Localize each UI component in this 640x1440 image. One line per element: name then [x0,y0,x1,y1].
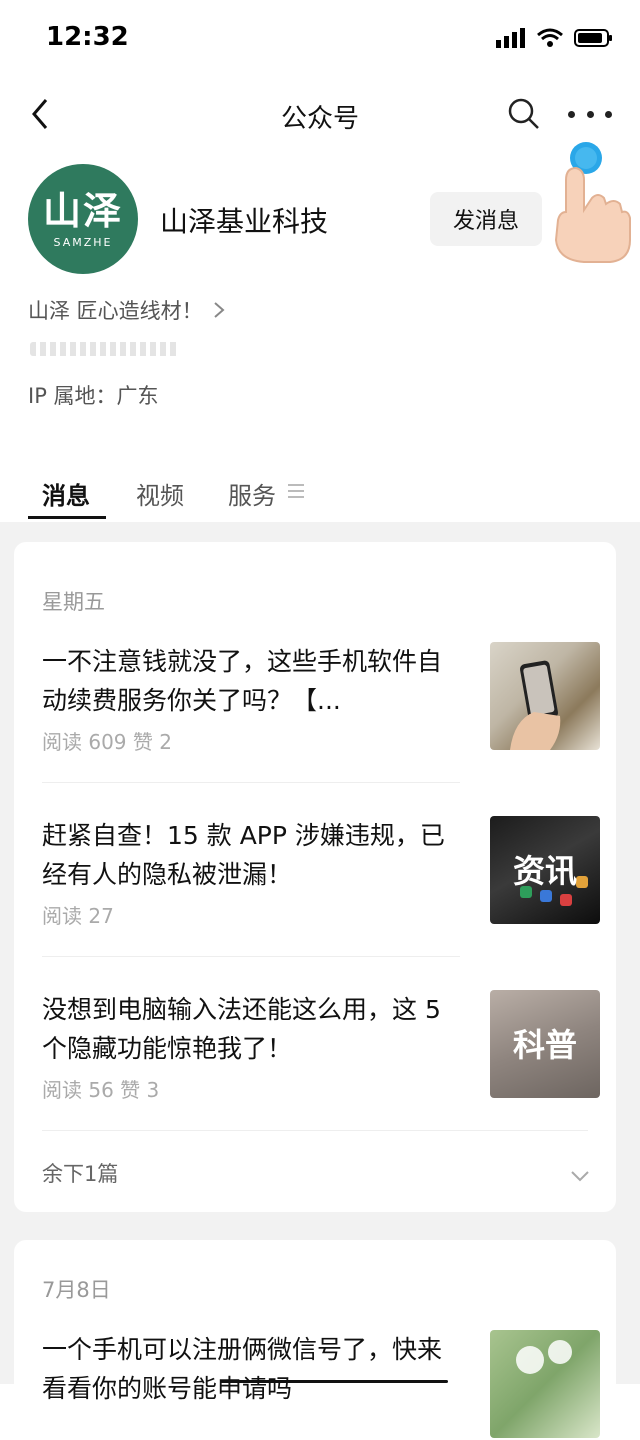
chat-bubbles-icon [516,1340,572,1374]
more-dot [586,110,594,118]
avatar-logo-subtext: SAMZHE [53,235,113,249]
message-feed: 星期五 一不注意钱就没了，这些手机软件自动续费服务你关了吗？【... 阅读 60… [0,522,640,1438]
avatar[interactable]: 山泽 SAMZHE [28,164,138,274]
article-stats: 阅读 56 赞 3 [42,1078,160,1102]
article-item[interactable]: 一不注意钱就没了，这些手机软件自动续费服务你关了吗？【... 阅读 609 赞 … [42,642,602,754]
divider [42,1130,588,1131]
account-intro-link[interactable]: 山泽 匠心造线材！ [28,295,225,325]
article-thumbnail: 资讯 [490,816,600,924]
page-title: 公众号 [280,104,359,134]
message-card: 7月8日 一个手机可以注册俩微信号了，快来看看你的账号能申请吗 [14,1240,616,1438]
article-item[interactable]: 赶紧自查！15 款 APP 涉嫌违规，已经有人的隐私被泄漏！ 阅读 27 资讯 [42,816,602,928]
status-icons [496,28,614,48]
phone-in-hand-image [510,660,561,750]
article-title: 一个手机可以注册俩微信号了，快来看看你的账号能申请吗 [42,1335,443,1403]
tap-hint-hand-icon [554,142,631,263]
divider [42,782,460,783]
ip-location: IP 属地：广东 [28,384,159,408]
article-thumbnail [490,1330,600,1438]
thumbnail-caption: 科普 [512,1026,577,1064]
tab-messages[interactable]: 消息 [42,476,90,511]
search-icon [508,98,539,129]
article-title: 没想到电脑输入法还能这么用，这 5 个隐藏功能惊艳我了！ [42,995,441,1063]
article-stats: 阅读 27 [42,904,114,928]
status-bar: 12:32 [0,0,640,80]
card-date: 7月8日 [42,1278,111,1302]
tab-active-indicator [28,516,106,519]
more-dot [605,110,612,118]
tab-services[interactable]: 服务 [228,476,276,511]
more-dots-icon [568,110,575,118]
message-card: 星期五 一不注意钱就没了，这些手机软件自动续费服务你关了吗？【... 阅读 60… [14,542,616,1212]
card-date: 星期五 [42,590,105,614]
article-title: 赶紧自查！15 款 APP 涉嫌违规，已经有人的隐私被泄漏！ [42,821,445,889]
thumbnail-caption: 资讯 [512,852,577,890]
battery-icon [574,29,612,47]
avatar-logo-text: 山泽 [42,188,123,233]
article-thumbnail [490,642,600,750]
blurred-info [30,342,180,356]
article-title: 一不注意钱就没了，这些手机软件自动续费服务你关了吗？【... [42,647,443,715]
article-item[interactable]: 没想到电脑输入法还能这么用，这 5 个隐藏功能惊艳我了！ 阅读 56 赞 3 科… [42,990,602,1102]
more-button[interactable] [568,96,612,132]
title-underline-annotation [220,1380,448,1383]
account-intro-text: 山泽 匠心造线材！ [28,299,203,323]
account-name: 山泽基业科技 [160,205,329,238]
divider [42,956,460,957]
tab-videos[interactable]: 视频 [136,476,184,511]
signal-icon [496,28,525,48]
send-message-button[interactable]: 发消息 [430,192,542,246]
chevron-down-icon[interactable] [570,1166,590,1186]
search-button[interactable] [506,96,542,132]
tab-bar: 消息 视频 服务 [0,460,640,523]
services-menu-icon [288,484,304,498]
more-articles-link[interactable]: 余下1篇 [42,1158,118,1188]
article-item[interactable]: 一个手机可以注册俩微信号了，快来看看你的账号能申请吗 [42,1330,602,1440]
wifi-icon [537,28,563,47]
chevron-right-icon [214,302,225,318]
status-time: 12:32 [46,22,129,52]
article-stats: 阅读 609 赞 2 [42,730,172,754]
article-thumbnail: 科普 [490,990,600,1098]
